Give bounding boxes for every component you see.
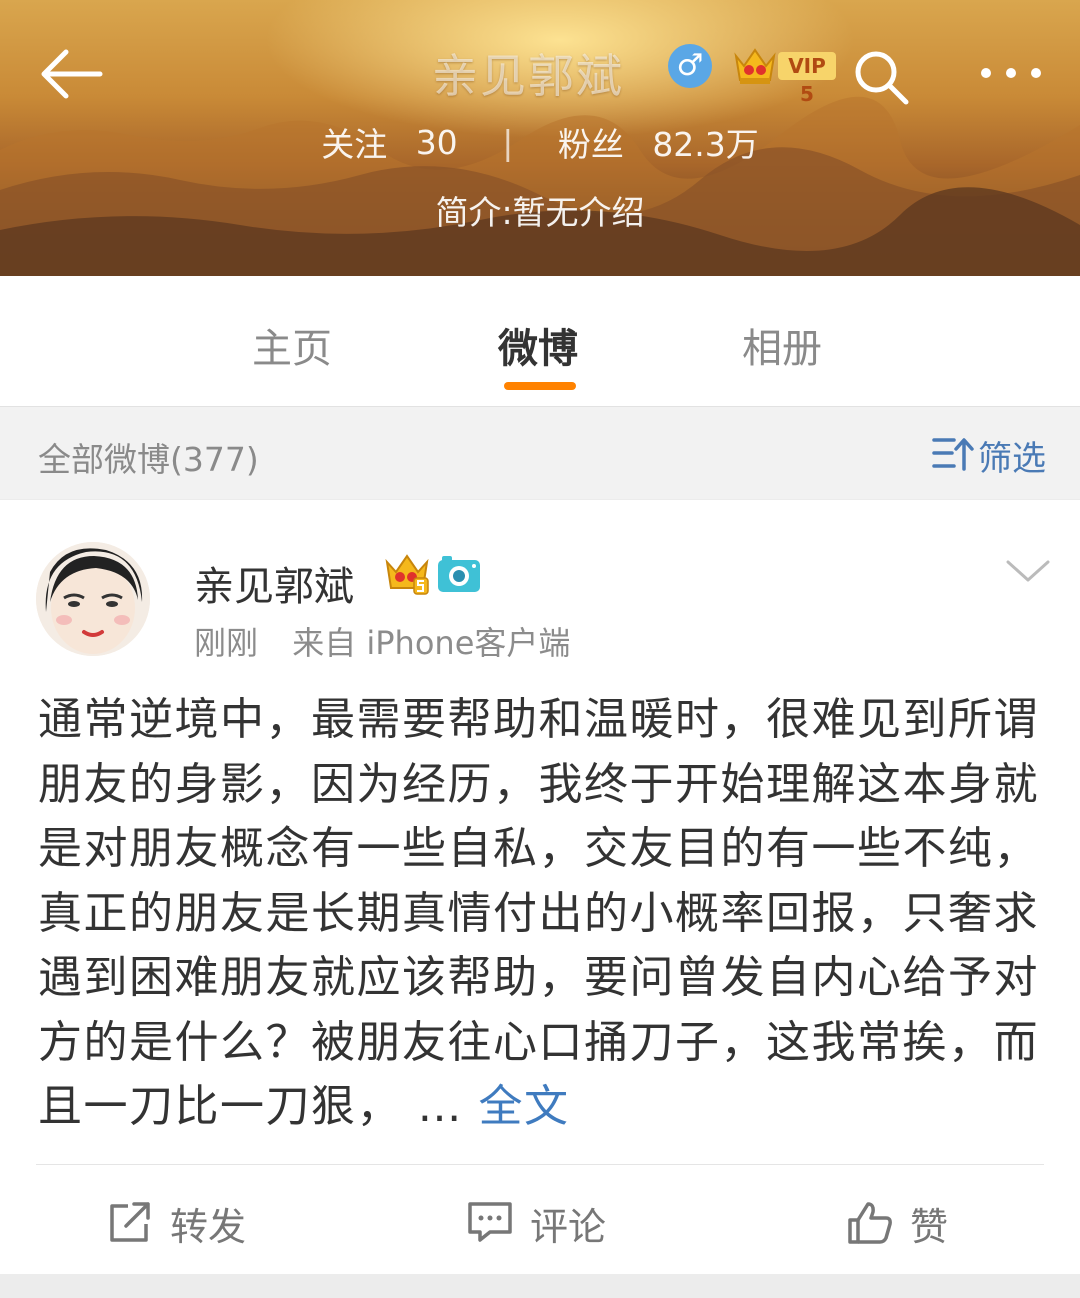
filter-bar: 全部微博(377) 筛选 <box>0 407 1080 499</box>
tab-album[interactable]: 相册 <box>742 316 822 374</box>
post-text: 通常逆境中，最需要帮助和温暖时，很难见到所谓朋友的身影，因为经历，我终于开始理解… <box>38 694 1039 1132</box>
tab-home[interactable]: 主页 <box>252 316 332 374</box>
more-dots-icon <box>981 68 1041 78</box>
post-source: 来自 iPhone客户端 <box>292 624 571 662</box>
post-time: 刚刚 <box>194 624 259 662</box>
crown-icon <box>734 48 776 84</box>
comment-label: 评论 <box>530 1205 607 1249</box>
vip-badge[interactable]: VIP 5 <box>732 42 838 106</box>
title-row: 亲见郭斌 ♂ VIP 5 <box>0 34 1080 106</box>
follow-stats: 关注 30 | 粉丝 82.3万 <box>0 118 1080 166</box>
following-stat[interactable]: 关注 30 <box>321 118 458 166</box>
following-label: 关注 <box>321 125 388 164</box>
profile-header: 亲见郭斌 ♂ VIP 5 关注 30 | 粉丝 82.3万 简介:暂无介绍 <box>0 0 1080 276</box>
camera-badge-icon[interactable] <box>436 554 482 594</box>
search-button[interactable] <box>852 48 910 106</box>
action-divider <box>36 1164 1044 1165</box>
search-icon <box>855 51 909 105</box>
filter-label: 筛选 <box>978 439 1046 479</box>
filter-icon <box>932 438 974 471</box>
post-body[interactable]: 通常逆境中，最需要帮助和温暖时，很难见到所谓朋友的身影，因为经历，我终于开始理解… <box>38 688 1048 1140</box>
active-tab-indicator <box>504 382 576 390</box>
post-author-name[interactable]: 亲见郭斌 <box>194 554 354 612</box>
full-text-link[interactable]: 全文 <box>479 1081 570 1132</box>
weibo-post-card: 亲见郭斌 刚刚 来自 iPhone客户端 通常逆境中，最需要帮助和温暖时，很难见… <box>0 500 1080 1274</box>
stats-separator: | <box>502 122 514 162</box>
post-meta: 刚刚 来自 iPhone客户端 <box>194 618 570 664</box>
chevron-down-icon[interactable] <box>1004 556 1052 586</box>
repost-icon <box>110 1202 150 1242</box>
like-label: 赞 <box>910 1205 949 1249</box>
vip-crown-icon[interactable] <box>384 550 430 596</box>
post-ellipsis: … <box>402 1081 463 1132</box>
followers-label: 粉丝 <box>557 125 624 164</box>
repost-label: 转发 <box>170 1205 247 1249</box>
male-gender-icon: ♂ <box>668 44 712 88</box>
profile-tabs: 主页 微博 相册 <box>0 276 1080 407</box>
tab-weibo[interactable]: 微博 <box>498 316 578 374</box>
profile-title: 亲见郭斌 <box>432 49 624 103</box>
comment-icon <box>468 1202 512 1242</box>
followers-stat[interactable]: 粉丝 82.3万 <box>558 118 759 166</box>
vip-level-label: VIP 5 <box>778 52 836 106</box>
more-button[interactable] <box>976 58 1046 88</box>
thumbs-up-icon <box>848 1202 892 1244</box>
following-count: 30 <box>415 122 458 162</box>
weibo-count-label: 全部微博(377) <box>38 440 259 479</box>
followers-count: 82.3万 <box>652 125 759 164</box>
avatar-image <box>36 542 150 656</box>
avatar[interactable] <box>36 542 150 656</box>
profile-bio: 简介:暂无介绍 <box>435 193 645 232</box>
